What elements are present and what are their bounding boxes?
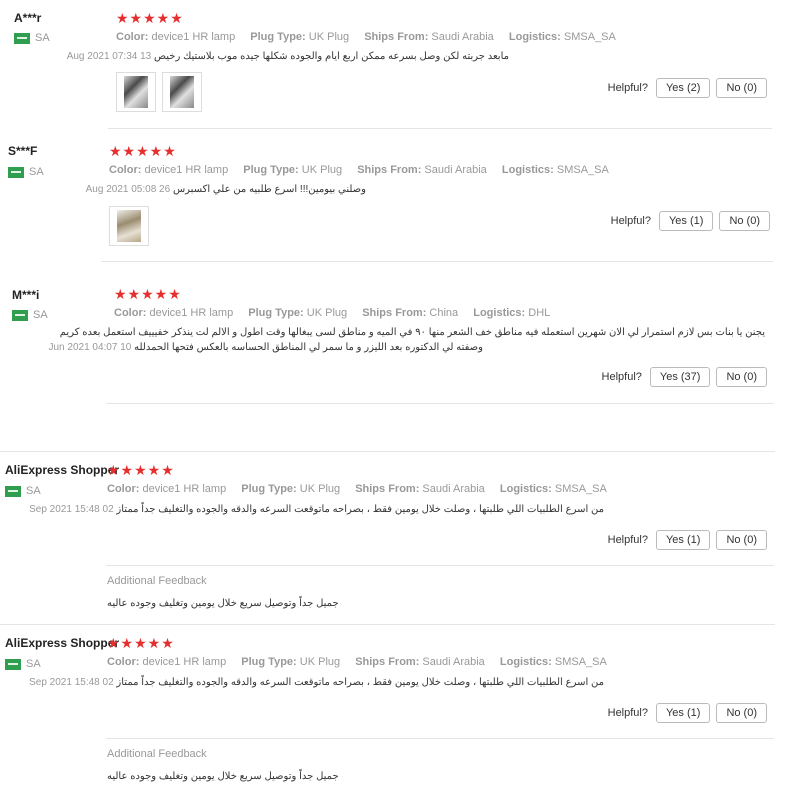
- helpful-no-button[interactable]: No (0): [719, 211, 770, 231]
- country-code: SA: [26, 658, 41, 670]
- order-attributes: Color: device1 HR lamp Plug Type: UK Plu…: [107, 656, 607, 668]
- feedback-divider: [106, 738, 774, 739]
- saudi-flag-icon: [12, 309, 28, 321]
- star-rating: ★★★★★: [109, 143, 177, 159]
- review-photo-thumbnail[interactable]: [162, 72, 202, 112]
- country-code: SA: [35, 32, 50, 44]
- helpful-label: Helpful?: [607, 534, 648, 546]
- feedback-divider: [106, 565, 774, 566]
- saudi-flag-icon: [14, 32, 30, 44]
- helpful-vote: Helpful? Yes (1) No (0): [608, 530, 767, 550]
- review-text: يجنن يا بنات بس لازم استمرار لي الان شهر…: [59, 327, 765, 338]
- saudi-flag-icon: [5, 658, 21, 670]
- review-divider: [106, 403, 774, 404]
- additional-feedback-title: Additional Feedback: [107, 748, 207, 760]
- helpful-no-button[interactable]: No (0): [716, 78, 767, 98]
- star-rating: ★★★★★: [116, 10, 184, 26]
- helpful-label: Helpful?: [607, 707, 648, 719]
- review-top-border: [0, 624, 775, 625]
- order-attributes: Color: device1 HR lamp Plug Type: UK Plu…: [107, 483, 607, 495]
- helpful-label: Helpful?: [601, 371, 642, 383]
- helpful-no-button[interactable]: No (0): [716, 703, 767, 723]
- country-code: SA: [26, 485, 41, 497]
- review-photos: [109, 206, 149, 246]
- reviewer-country: SA: [5, 658, 41, 670]
- helpful-no-button[interactable]: No (0): [716, 530, 767, 550]
- reviewer-country: SA: [8, 166, 44, 178]
- helpful-vote: Helpful? Yes (1) No (0): [608, 703, 767, 723]
- country-code: SA: [29, 166, 44, 178]
- helpful-yes-button[interactable]: Yes (2): [655, 78, 711, 98]
- star-rating: ★★★★★: [107, 462, 175, 478]
- helpful-yes-button[interactable]: Yes (1): [655, 530, 711, 550]
- review-divider: [101, 261, 773, 262]
- helpful-yes-button[interactable]: Yes (37): [649, 367, 711, 387]
- star-rating: ★★★★★: [107, 635, 175, 651]
- reviewer-country: SA: [5, 485, 41, 497]
- reviewer-name: AliExpress Shopper: [5, 636, 120, 650]
- reviewer-country: SA: [12, 309, 48, 321]
- country-code: SA: [33, 309, 48, 321]
- saudi-flag-icon: [5, 485, 21, 497]
- additional-feedback-title: Additional Feedback: [107, 575, 207, 587]
- star-rating: ★★★★★: [114, 286, 182, 302]
- review-text-line-2: وصفته لي الدكتوره بعد الليزر و ما سمر لي…: [48, 342, 483, 353]
- review-top-border: [0, 451, 775, 452]
- helpful-label: Helpful?: [610, 215, 651, 227]
- saudi-flag-icon: [8, 166, 24, 178]
- review-divider: [108, 128, 772, 129]
- reviewer-name: A***r: [14, 11, 42, 25]
- order-attributes: Color: device1 HR lamp Plug Type: UK Plu…: [109, 164, 609, 176]
- helpful-vote: Helpful? Yes (37) No (0): [602, 367, 767, 387]
- helpful-vote: Helpful? Yes (1) No (0): [611, 211, 770, 231]
- review-text: مابعد جربته لكن وصل بسرعه ممكن اربع ايام…: [66, 51, 509, 62]
- reviewer-name: M***i: [12, 288, 40, 302]
- helpful-vote: Helpful? Yes (2) No (0): [608, 78, 767, 98]
- order-attributes: Color: device1 HR lamp Plug Type: UK Plu…: [114, 307, 551, 319]
- reviewer-country: SA: [14, 32, 50, 44]
- helpful-label: Helpful?: [607, 82, 648, 94]
- review-photos: [116, 72, 202, 112]
- review-photo-thumbnail[interactable]: [116, 72, 156, 112]
- additional-feedback-text: جميل جداً وتوصيل سريع خلال يومين وتغليف …: [107, 598, 339, 609]
- reviewer-name: AliExpress Shopper: [5, 463, 120, 477]
- helpful-yes-button[interactable]: Yes (1): [655, 703, 711, 723]
- reviewer-name: S***F: [8, 144, 38, 158]
- helpful-no-button[interactable]: No (0): [716, 367, 767, 387]
- review-text: وصلني بيومين!!! اسرع طلبيه من علي اكسبرس…: [85, 184, 366, 195]
- review-text: من اسرع الطلبيات اللي طلبتها ، وصلت خلال…: [29, 504, 604, 515]
- order-attributes: Color: device1 HR lamp Plug Type: UK Plu…: [116, 31, 616, 43]
- helpful-yes-button[interactable]: Yes (1): [658, 211, 714, 231]
- additional-feedback-text: جميل جداً وتوصيل سريع خلال يومين وتغليف …: [107, 771, 339, 782]
- review-photo-thumbnail[interactable]: [109, 206, 149, 246]
- review-text: من اسرع الطلبيات اللي طلبتها ، وصلت خلال…: [29, 677, 604, 688]
